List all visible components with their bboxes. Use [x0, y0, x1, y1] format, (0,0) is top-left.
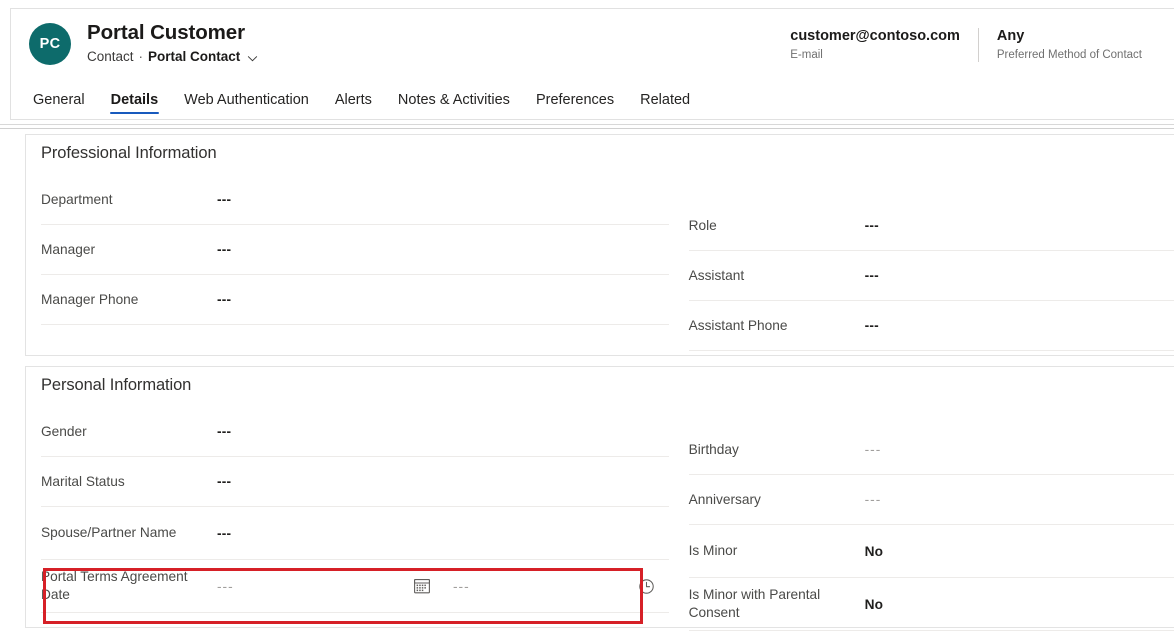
field-row-anniversary[interactable]: Anniversary ---: [689, 475, 1174, 525]
professional-right-column: Role --- Assistant --- Assistant Phone -…: [669, 175, 1174, 351]
form-selector-label[interactable]: Portal Contact: [148, 47, 240, 67]
field-value-birthday[interactable]: ---: [865, 442, 882, 457]
field-row-spouse-partner-name[interactable]: Spouse/Partner Name ---: [41, 507, 669, 560]
field-value-anniversary[interactable]: ---: [865, 492, 882, 507]
field-row-assistant[interactable]: Assistant ---: [689, 251, 1174, 301]
tab-related[interactable]: Related: [627, 79, 703, 120]
contact-details-page: PC Portal Customer Contact · Portal Cont…: [0, 0, 1174, 643]
quick-field-preferred-contact: Any Preferred Method of Contact: [979, 26, 1160, 63]
field-value-assistant-phone[interactable]: ---: [865, 318, 879, 333]
field-value-gender[interactable]: ---: [217, 424, 231, 439]
field-row-manager[interactable]: Manager ---: [41, 225, 669, 275]
avatar: PC: [29, 23, 71, 65]
field-label-assistant: Assistant: [689, 267, 865, 285]
field-value-manager-phone[interactable]: ---: [217, 292, 231, 307]
field-value-role[interactable]: ---: [865, 218, 879, 233]
personal-right-column: Birthday --- Anniversary --- Is Minor No…: [669, 407, 1174, 631]
portal-terms-date-time-group: ---: [217, 577, 665, 595]
tab-preferences[interactable]: Preferences: [523, 79, 627, 120]
field-label-department: Department: [41, 191, 217, 209]
tab-details[interactable]: Details: [98, 79, 172, 120]
form-tab-list: General Details Web Authentication Alert…: [29, 79, 703, 120]
field-row-marital-status[interactable]: Marital Status ---: [41, 457, 669, 507]
field-value-is-minor-with-parental-consent[interactable]: No: [865, 597, 884, 612]
field-label-birthday: Birthday: [689, 441, 865, 459]
record-header-top: PC Portal Customer Contact · Portal Cont…: [11, 9, 1174, 77]
professional-columns: Department --- Manager --- Manager Phone…: [26, 175, 1174, 351]
field-label-assistant-phone: Assistant Phone: [689, 317, 865, 335]
field-label-is-minor: Is Minor: [689, 542, 865, 560]
tab-alerts[interactable]: Alerts: [322, 79, 385, 120]
field-value-manager[interactable]: ---: [217, 242, 231, 257]
header-quick-fields: customer@contoso.com E-mail Any Preferre…: [772, 26, 1160, 68]
field-row-manager-phone[interactable]: Manager Phone ---: [41, 275, 669, 325]
field-row-is-minor-with-parental-consent[interactable]: Is Minor with Parental Consent No: [689, 578, 1174, 631]
calendar-icon[interactable]: [413, 577, 431, 595]
chevron-down-icon[interactable]: [247, 53, 258, 64]
field-label-spouse-partner-name: Spouse/Partner Name: [41, 524, 217, 542]
section-title-professional: Professional Information: [41, 144, 217, 163]
quick-field-email: customer@contoso.com E-mail: [772, 26, 978, 63]
portal-terms-time-input[interactable]: ---: [453, 579, 638, 594]
field-label-gender: Gender: [41, 423, 217, 441]
field-label-manager: Manager: [41, 241, 217, 259]
tab-general[interactable]: General: [29, 79, 98, 120]
field-label-portal-terms-agreement-date: Portal Terms Agreement Date: [41, 568, 217, 604]
field-label-role: Role: [689, 217, 865, 235]
tab-web-authentication[interactable]: Web Authentication: [171, 79, 322, 120]
field-label-anniversary: Anniversary: [689, 491, 865, 509]
field-row-gender[interactable]: Gender ---: [41, 407, 669, 457]
field-value-department[interactable]: ---: [217, 192, 231, 207]
record-title-block: Portal Customer Contact · Portal Contact: [87, 19, 258, 67]
field-value-is-minor[interactable]: No: [865, 544, 884, 559]
field-row-is-minor[interactable]: Is Minor No: [689, 525, 1174, 578]
professional-left-column: Department --- Manager --- Manager Phone…: [26, 175, 669, 351]
section-personal-information: Personal Information Gender --- Marital …: [25, 366, 1174, 628]
tab-notes-activities[interactable]: Notes & Activities: [385, 79, 523, 120]
portal-terms-date-input[interactable]: ---: [217, 579, 413, 594]
field-row-department[interactable]: Department ---: [41, 175, 669, 225]
quick-field-email-label: E-mail: [790, 47, 960, 63]
record-subtitle: Contact · Portal Contact: [87, 47, 258, 67]
personal-left-column: Gender --- Marital Status --- Spouse/Par…: [26, 407, 669, 631]
field-row-birthday[interactable]: Birthday ---: [689, 425, 1174, 475]
field-value-assistant[interactable]: ---: [865, 268, 879, 283]
field-value-marital-status[interactable]: ---: [217, 474, 231, 489]
header-body-divider: [0, 124, 1174, 129]
field-label-marital-status: Marital Status: [41, 473, 217, 491]
page-title: Portal Customer: [87, 19, 258, 46]
clock-icon[interactable]: [638, 578, 655, 595]
field-label-manager-phone: Manager Phone: [41, 291, 217, 309]
section-professional-information: Professional Information Department --- …: [25, 134, 1174, 356]
personal-columns: Gender --- Marital Status --- Spouse/Par…: [26, 407, 1174, 631]
quick-field-preferred-contact-label: Preferred Method of Contact: [997, 47, 1142, 63]
subtitle-separator: ·: [139, 47, 144, 67]
field-row-role[interactable]: Role ---: [689, 201, 1174, 251]
section-title-personal: Personal Information: [41, 376, 191, 395]
quick-field-email-value: customer@contoso.com: [790, 26, 960, 46]
field-label-is-minor-with-parental-consent: Is Minor with Parental Consent: [689, 586, 865, 622]
field-value-spouse-partner-name[interactable]: ---: [217, 526, 231, 541]
record-header: PC Portal Customer Contact · Portal Cont…: [10, 8, 1174, 120]
quick-field-preferred-contact-value: Any: [997, 26, 1142, 46]
field-row-portal-terms-agreement-date[interactable]: Portal Terms Agreement Date ---: [41, 560, 669, 613]
field-row-assistant-phone[interactable]: Assistant Phone ---: [689, 301, 1174, 351]
entity-type-label: Contact: [87, 47, 134, 67]
